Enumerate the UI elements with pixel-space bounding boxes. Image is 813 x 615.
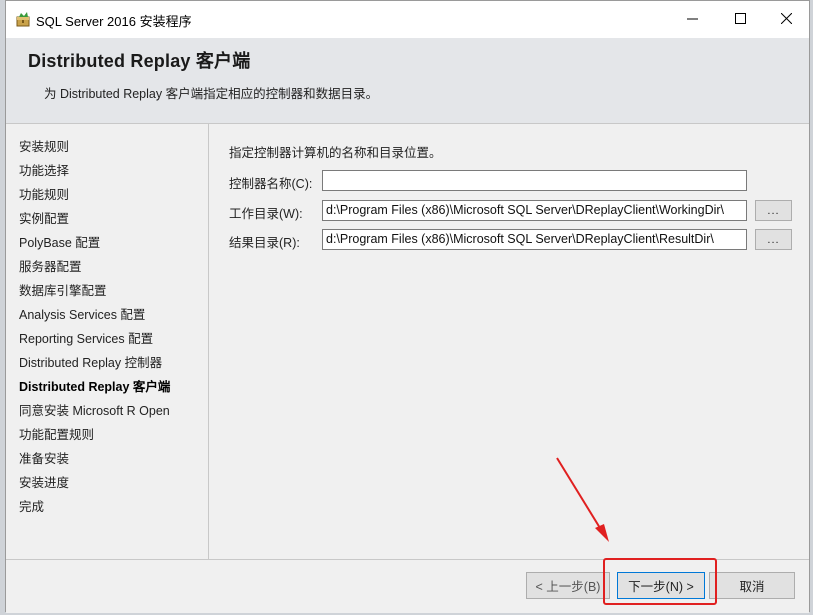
nav-item-ready-to-install[interactable]: 准备安装 [19, 448, 69, 467]
nav-item-feature-rules[interactable]: 功能规则 [19, 184, 69, 203]
result-dir-label: 结果目录(R): [229, 236, 300, 250]
nav-item-r-open-consent[interactable]: 同意安装 Microsoft R Open [19, 400, 170, 419]
result-dir-input[interactable]: d:\Program Files (x86)\Microsoft SQL Ser… [322, 229, 747, 250]
window-title: SQL Server 2016 安装程序 [36, 14, 192, 29]
main-panel: 指定控制器计算机的名称和目录位置。 控制器名称(C): 工作目录(W): d:\… [209, 124, 809, 559]
controller-name-input[interactable] [322, 170, 747, 191]
nav-item-replay-controller[interactable]: Distributed Replay 控制器 [19, 352, 162, 371]
nav-item-instance-config[interactable]: 实例配置 [19, 208, 69, 227]
annotation-highlight-box [603, 558, 717, 605]
nav-item-db-engine-config[interactable]: 数据库引擎配置 [19, 280, 107, 299]
controller-name-label: 控制器名称(C): [229, 177, 313, 191]
working-dir-browse-button[interactable]: ... [755, 200, 792, 221]
cancel-button[interactable]: 取消 [709, 572, 795, 599]
back-button[interactable]: < 上一步(B) [526, 572, 610, 599]
nav-item-replay-client[interactable]: Distributed Replay 客户端 [19, 376, 170, 395]
nav-item-complete[interactable]: 完成 [19, 496, 44, 515]
page-header: Distributed Replay 客户端 为 Distributed Rep… [6, 38, 809, 124]
title-bar: SQL Server 2016 安装程序 [6, 1, 809, 38]
nav-item-feature-config-rules[interactable]: 功能配置规则 [19, 424, 94, 443]
result-dir-browse-button[interactable]: ... [755, 229, 792, 250]
nav-item-reporting-services[interactable]: Reporting Services 配置 [19, 328, 153, 347]
section-description: 指定控制器计算机的名称和目录位置。 [229, 146, 442, 160]
page-title: Distributed Replay 客户端 [28, 51, 251, 71]
nav-item-server-config[interactable]: 服务器配置 [19, 256, 82, 275]
sql-server-setup-icon [15, 11, 31, 27]
page-subtitle: 为 Distributed Replay 客户端指定相应的控制器和数据目录。 [44, 87, 379, 101]
nav-item-install-rules[interactable]: 安装规则 [19, 136, 69, 155]
working-dir-input[interactable]: d:\Program Files (x86)\Microsoft SQL Ser… [322, 200, 747, 221]
maximize-button[interactable] [717, 1, 763, 38]
maximize-icon [734, 11, 746, 29]
nav-item-install-progress[interactable]: 安装进度 [19, 472, 69, 491]
nav-item-polybase-config[interactable]: PolyBase 配置 [19, 232, 100, 251]
close-icon [780, 11, 792, 29]
minimize-button[interactable] [669, 1, 715, 38]
nav-item-analysis-services[interactable]: Analysis Services 配置 [19, 304, 145, 323]
steps-sidebar: 安装规则 功能选择 功能规则 实例配置 PolyBase 配置 服务器配置 数据… [6, 124, 209, 559]
minimize-icon [686, 11, 698, 29]
working-dir-label: 工作目录(W): [229, 207, 303, 221]
installer-window: SQL Server 2016 安装程序 Distributed Replay … [5, 0, 810, 613]
nav-item-feature-selection[interactable]: 功能选择 [19, 160, 69, 179]
close-button[interactable] [763, 1, 809, 38]
